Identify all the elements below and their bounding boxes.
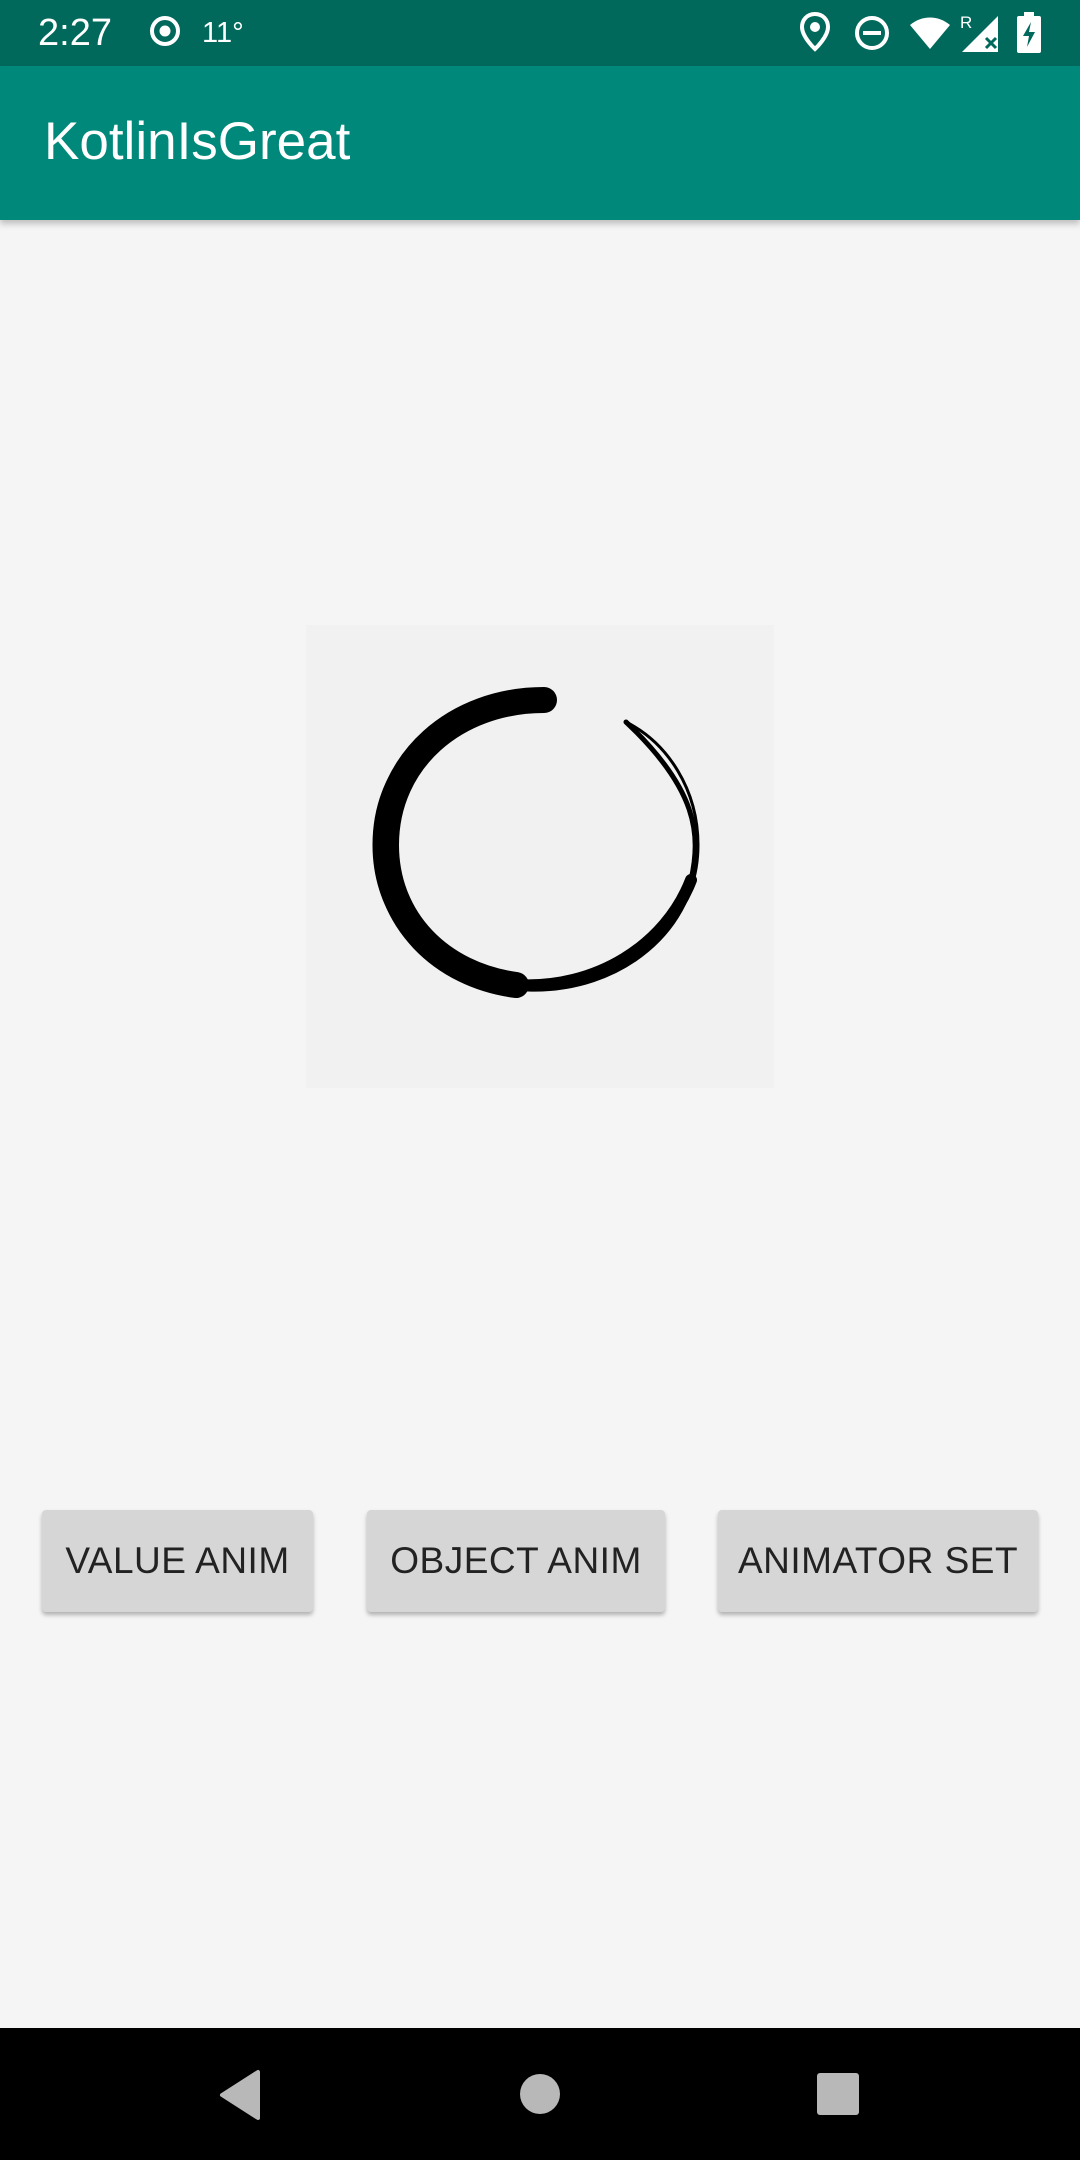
value-anim-button[interactable]: VALUE ANIM: [42, 1510, 313, 1612]
recents-icon: [817, 2073, 859, 2115]
navigation-bar: [0, 2028, 1080, 2160]
location-icon: [799, 11, 831, 57]
signal-roaming-label: R: [960, 13, 972, 32]
status-time: 2:27: [38, 12, 112, 54]
app-title: KotlinIsGreat: [44, 112, 351, 171]
sync-icon: [148, 14, 182, 53]
recents-button[interactable]: [768, 2028, 908, 2160]
object-anim-button[interactable]: OBJECT ANIM: [367, 1510, 665, 1612]
app-bar: KotlinIsGreat: [0, 66, 1080, 220]
do-not-disturb-icon: [854, 15, 890, 56]
battery-charging-icon: [1016, 12, 1042, 59]
loading-ring-icon: [372, 687, 700, 998]
animation-view: [306, 625, 774, 1088]
home-icon: [520, 2074, 560, 2114]
temperature: 11°: [202, 17, 244, 49]
back-icon: [220, 2070, 260, 2120]
home-button[interactable]: [470, 2028, 610, 2160]
animator-set-button[interactable]: ANIMATOR SET: [718, 1510, 1038, 1612]
back-button[interactable]: [170, 2028, 310, 2160]
wifi-icon: [908, 16, 952, 55]
signal-icon: R: [958, 8, 1006, 59]
status-bar: 2:27 11° R: [0, 0, 1080, 66]
